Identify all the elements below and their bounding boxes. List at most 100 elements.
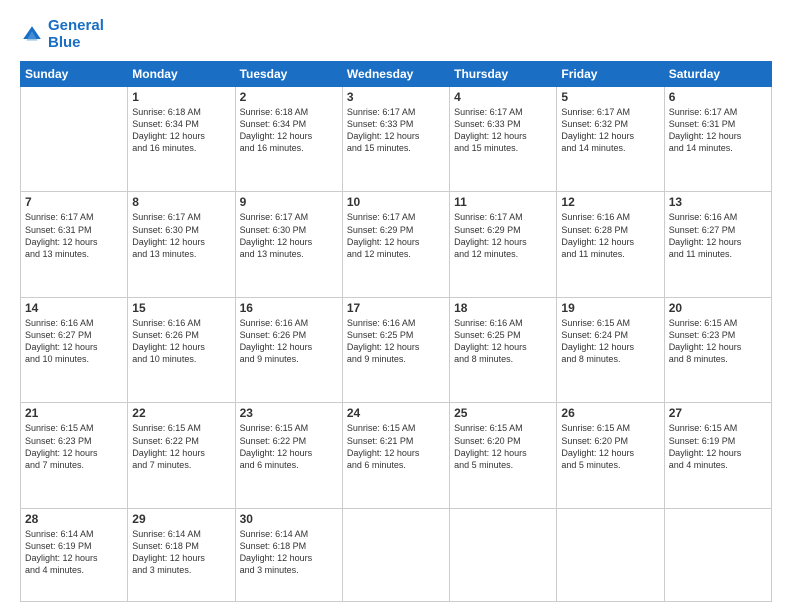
day-number: 5 [561, 90, 659, 104]
weekday-header-row: SundayMondayTuesdayWednesdayThursdayFrid… [21, 62, 772, 87]
day-number: 17 [347, 301, 445, 315]
calendar-cell: 14 Sunrise: 6:16 AM Sunset: 6:27 PM Dayli… [21, 297, 128, 402]
week-row-5: 28 Sunrise: 6:14 AM Sunset: 6:19 PM Dayli… [21, 508, 772, 601]
page: General Blue SundayMondayTuesdayWednesda… [0, 0, 792, 612]
calendar-cell: 1Sunrise: 6:18 AM Sunset: 6:34 PM Daylig… [128, 87, 235, 192]
day-info: Sunrise: 6:16 AM Sunset: 6:27 PM Dayligh… [25, 317, 123, 366]
calendar-cell: 18 Sunrise: 6:16 AM Sunset: 6:25 PM Dayli… [450, 297, 557, 402]
day-info: Sunrise: 6:15 AM Sunset: 6:23 PM Dayligh… [25, 422, 123, 471]
day-info: Sunrise: 6:16 AM Sunset: 6:25 PM Dayligh… [454, 317, 552, 366]
weekday-header-sunday: Sunday [21, 62, 128, 87]
day-number: 20 [669, 301, 767, 315]
calendar-cell: 26 Sunrise: 6:15 AM Sunset: 6:20 PM Dayli… [557, 403, 664, 508]
calendar-cell: 16Sunrise: 6:16 AM Sunset: 6:26 PM Dayli… [235, 297, 342, 402]
day-info: Sunrise: 6:16 AM Sunset: 6:28 PM Dayligh… [561, 211, 659, 260]
day-number: 21 [25, 406, 123, 420]
day-info: Sunrise: 6:17 AM Sunset: 6:29 PM Dayligh… [454, 211, 552, 260]
day-info: Sunrise: 6:16 AM Sunset: 6:26 PM Dayligh… [132, 317, 230, 366]
weekday-header-thursday: Thursday [450, 62, 557, 87]
calendar-cell: 22 Sunrise: 6:15 AM Sunset: 6:22 PM Dayli… [128, 403, 235, 508]
day-number: 27 [669, 406, 767, 420]
calendar-cell: 17 Sunrise: 6:16 AM Sunset: 6:25 PM Dayli… [342, 297, 449, 402]
calendar-cell [664, 508, 771, 601]
calendar-cell: 3 Sunrise: 6:17 AM Sunset: 6:33 PM Daylig… [342, 87, 449, 192]
calendar-cell: 23Sunrise: 6:15 AM Sunset: 6:22 PM Dayli… [235, 403, 342, 508]
day-number: 14 [25, 301, 123, 315]
day-number: 24 [347, 406, 445, 420]
logo-icon [20, 23, 44, 47]
day-number: 2 [240, 90, 338, 104]
calendar-cell [21, 87, 128, 192]
day-info: Sunrise: 6:17 AM Sunset: 6:29 PM Dayligh… [347, 211, 445, 260]
day-number: 15 [132, 301, 230, 315]
day-number: 9 [240, 195, 338, 209]
day-number: 7 [25, 195, 123, 209]
day-info: Sunrise: 6:17 AM Sunset: 6:30 PM Dayligh… [240, 211, 338, 260]
day-number: 30 [240, 512, 338, 526]
day-number: 13 [669, 195, 767, 209]
day-info: Sunrise: 6:15 AM Sunset: 6:20 PM Dayligh… [454, 422, 552, 471]
calendar-cell: 29 Sunrise: 6:14 AM Sunset: 6:18 PM Dayli… [128, 508, 235, 601]
calendar-cell [557, 508, 664, 601]
day-info: Sunrise: 6:17 AM Sunset: 6:33 PM Dayligh… [454, 106, 552, 155]
calendar-cell: 4Sunrise: 6:17 AM Sunset: 6:33 PM Daylig… [450, 87, 557, 192]
calendar-cell: 8 Sunrise: 6:17 AM Sunset: 6:30 PM Daylig… [128, 192, 235, 297]
calendar-cell: 24 Sunrise: 6:15 AM Sunset: 6:21 PM Dayli… [342, 403, 449, 508]
day-number: 10 [347, 195, 445, 209]
day-number: 26 [561, 406, 659, 420]
day-info: Sunrise: 6:14 AM Sunset: 6:19 PM Dayligh… [25, 528, 123, 577]
weekday-header-tuesday: Tuesday [235, 62, 342, 87]
calendar-cell: 5 Sunrise: 6:17 AM Sunset: 6:32 PM Daylig… [557, 87, 664, 192]
calendar-cell: 25 Sunrise: 6:15 AM Sunset: 6:20 PM Dayli… [450, 403, 557, 508]
calendar-cell [450, 508, 557, 601]
day-info: Sunrise: 6:15 AM Sunset: 6:24 PM Dayligh… [561, 317, 659, 366]
day-number: 8 [132, 195, 230, 209]
calendar-cell: 21 Sunrise: 6:15 AM Sunset: 6:23 PM Dayli… [21, 403, 128, 508]
weekday-header-wednesday: Wednesday [342, 62, 449, 87]
calendar-cell: 12Sunrise: 6:16 AM Sunset: 6:28 PM Dayli… [557, 192, 664, 297]
week-row-2: 7 Sunrise: 6:17 AM Sunset: 6:31 PM Daylig… [21, 192, 772, 297]
day-number: 18 [454, 301, 552, 315]
calendar-cell: 13 Sunrise: 6:16 AM Sunset: 6:27 PM Dayli… [664, 192, 771, 297]
calendar-cell: 11 Sunrise: 6:17 AM Sunset: 6:29 PM Dayli… [450, 192, 557, 297]
day-info: Sunrise: 6:14 AM Sunset: 6:18 PM Dayligh… [132, 528, 230, 577]
day-number: 22 [132, 406, 230, 420]
day-info: Sunrise: 6:18 AM Sunset: 6:34 PM Dayligh… [240, 106, 338, 155]
day-number: 29 [132, 512, 230, 526]
day-info: Sunrise: 6:14 AM Sunset: 6:18 PM Dayligh… [240, 528, 338, 577]
weekday-header-monday: Monday [128, 62, 235, 87]
calendar-cell: 20 Sunrise: 6:15 AM Sunset: 6:23 PM Dayli… [664, 297, 771, 402]
week-row-1: 1Sunrise: 6:18 AM Sunset: 6:34 PM Daylig… [21, 87, 772, 192]
day-number: 19 [561, 301, 659, 315]
day-info: Sunrise: 6:15 AM Sunset: 6:23 PM Dayligh… [669, 317, 767, 366]
day-number: 3 [347, 90, 445, 104]
weekday-header-friday: Friday [557, 62, 664, 87]
week-row-3: 14 Sunrise: 6:16 AM Sunset: 6:27 PM Dayli… [21, 297, 772, 402]
calendar-cell: 28 Sunrise: 6:14 AM Sunset: 6:19 PM Dayli… [21, 508, 128, 601]
day-info: Sunrise: 6:15 AM Sunset: 6:21 PM Dayligh… [347, 422, 445, 471]
logo: General Blue [20, 18, 104, 51]
day-info: Sunrise: 6:17 AM Sunset: 6:31 PM Dayligh… [25, 211, 123, 260]
day-number: 6 [669, 90, 767, 104]
day-info: Sunrise: 6:15 AM Sunset: 6:22 PM Dayligh… [132, 422, 230, 471]
day-number: 28 [25, 512, 123, 526]
calendar-table: SundayMondayTuesdayWednesdayThursdayFrid… [20, 61, 772, 602]
day-number: 11 [454, 195, 552, 209]
day-info: Sunrise: 6:16 AM Sunset: 6:25 PM Dayligh… [347, 317, 445, 366]
day-info: Sunrise: 6:17 AM Sunset: 6:30 PM Dayligh… [132, 211, 230, 260]
calendar-cell: 2 Sunrise: 6:18 AM Sunset: 6:34 PM Daylig… [235, 87, 342, 192]
calendar-cell: 30 Sunrise: 6:14 AM Sunset: 6:18 PM Dayli… [235, 508, 342, 601]
day-number: 25 [454, 406, 552, 420]
calendar-cell: 10 Sunrise: 6:17 AM Sunset: 6:29 PM Dayli… [342, 192, 449, 297]
day-info: Sunrise: 6:15 AM Sunset: 6:19 PM Dayligh… [669, 422, 767, 471]
calendar-cell: 6Sunrise: 6:17 AM Sunset: 6:31 PM Daylig… [664, 87, 771, 192]
logo-text: General Blue [48, 18, 104, 51]
day-info: Sunrise: 6:16 AM Sunset: 6:27 PM Dayligh… [669, 211, 767, 260]
week-row-4: 21 Sunrise: 6:15 AM Sunset: 6:23 PM Dayli… [21, 403, 772, 508]
day-info: Sunrise: 6:17 AM Sunset: 6:33 PM Dayligh… [347, 106, 445, 155]
header: General Blue [20, 18, 772, 51]
day-info: Sunrise: 6:15 AM Sunset: 6:20 PM Dayligh… [561, 422, 659, 471]
day-info: Sunrise: 6:17 AM Sunset: 6:32 PM Dayligh… [561, 106, 659, 155]
calendar-cell [342, 508, 449, 601]
calendar-cell: 19 Sunrise: 6:15 AM Sunset: 6:24 PM Dayli… [557, 297, 664, 402]
